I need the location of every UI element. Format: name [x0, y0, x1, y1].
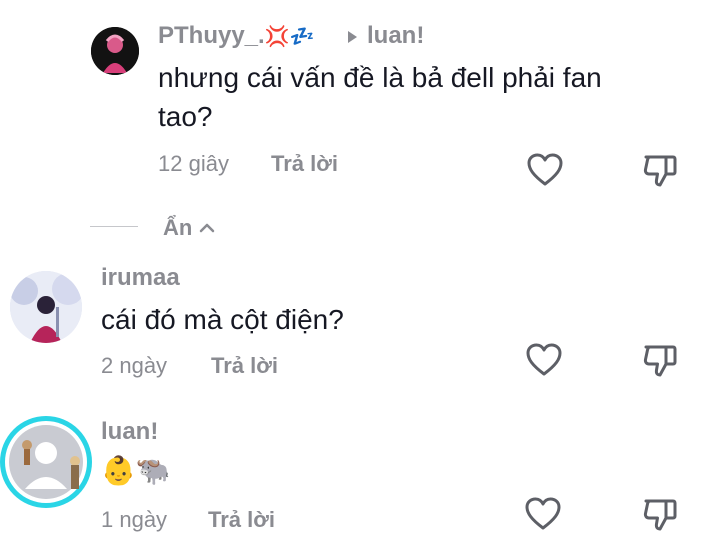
chevron-up-icon: [198, 219, 216, 237]
comment-time: 2 ngày: [101, 353, 168, 378]
comment-time: 12 giây: [158, 151, 229, 176]
heart-icon[interactable]: [525, 150, 565, 190]
caret-right-icon: [346, 30, 358, 44]
avatar-image: [91, 27, 139, 75]
reply-button[interactable]: Trả lời: [211, 353, 278, 379]
reply-button[interactable]: Trả lời: [271, 151, 338, 177]
comment-text: 👶🐃: [101, 455, 171, 486]
avatar-luan[interactable]: [0, 416, 92, 508]
avatar-pthuyy[interactable]: [91, 27, 139, 75]
dislike-icon[interactable]: [640, 494, 680, 534]
dislike-icon[interactable]: [640, 340, 680, 380]
comment-time: 1 ngày: [101, 507, 168, 532]
comment-text: nhưng cái vấn đề là bả đell phải fan tao…: [158, 62, 602, 132]
comment-username[interactable]: irumaa: [101, 264, 180, 292]
avatar-image: [10, 271, 82, 343]
heart-icon[interactable]: [524, 340, 564, 380]
reply-button[interactable]: Trả lời: [208, 507, 275, 533]
divider-line: [90, 226, 138, 227]
comment-username[interactable]: luan!: [101, 418, 158, 446]
avatar-image: [9, 425, 83, 499]
reply-to-username[interactable]: luan!: [367, 22, 424, 50]
comment-text: cái đó mà cột điện?: [101, 304, 344, 335]
dislike-icon[interactable]: [640, 150, 680, 190]
heart-icon[interactable]: [523, 494, 563, 534]
comment-username[interactable]: PThuyy_.💢💤: [158, 22, 315, 50]
hide-replies-label: Ẩn: [163, 215, 193, 240]
hide-replies-button[interactable]: Ẩn: [163, 213, 216, 243]
username-emojis: 💢💤: [264, 26, 315, 48]
avatar-irumaa[interactable]: [10, 271, 82, 343]
